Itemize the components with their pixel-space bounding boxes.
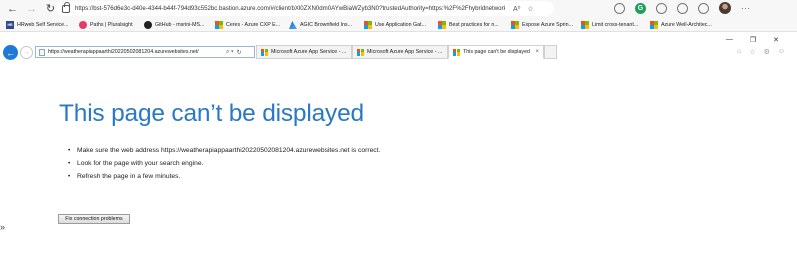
ie-window: — ❐ ✕ ← → https://weatherapiappaarthi202… (0, 32, 797, 72)
ie-refresh-icon[interactable]: ↻ (237, 49, 242, 56)
favorite-cross-tenant[interactable]: Limit cross-tenant... (581, 20, 638, 30)
favorite-app-gateway[interactable]: Use Application Gat... (364, 20, 426, 30)
favorite-github[interactable]: GitHub - msrini-MS... (144, 20, 204, 30)
tab-label: Microsoft Azure App Service - ... (271, 49, 347, 55)
grammarly-icon[interactable]: G (635, 2, 646, 14)
ie-address-bar[interactable]: https://weatherapiappaarthi2022050208120… (35, 46, 255, 58)
tab-app-service-1[interactable]: Microsoft Azure App Service - ... (256, 45, 352, 59)
favorite-star-icon[interactable]: ☆ (527, 5, 533, 13)
settings-gear-icon[interactable]: ⚙ (764, 48, 770, 56)
list-item: Look for the page with your search engin… (68, 159, 398, 169)
favorite-label: Azure Well-Architec... (661, 22, 712, 28)
favorite-best-practices[interactable]: Best practices for n... (438, 20, 499, 30)
suggestions-list: Make sure the web address https://weathe… (68, 146, 398, 185)
home-icon[interactable]: ⌂ (737, 48, 741, 56)
sync-icon[interactable] (698, 2, 709, 14)
ie-forward-button[interactable]: → (20, 46, 33, 59)
microsoft-icon (511, 21, 519, 29)
favorite-ceres[interactable]: Ceres - Azure CXP E... (215, 20, 280, 30)
window-controls: — ❐ ✕ (726, 36, 779, 44)
fix-connection-button[interactable]: Fix connection problems (58, 214, 130, 224)
more-menu-icon[interactable]: ··· (741, 4, 751, 13)
microsoft-icon (581, 21, 589, 29)
tab-label: This page can't be displayed (463, 49, 530, 55)
new-tab-button[interactable] (544, 45, 557, 59)
list-item: Refresh the page in a few minutes. (68, 172, 398, 182)
tab-cant-display[interactable]: This page can't be displayed × (448, 45, 544, 59)
tab-close-icon[interactable]: × (535, 49, 539, 55)
favorites-icon[interactable] (614, 2, 625, 14)
favorite-agic[interactable]: AGIC Brownfield Ins... (289, 20, 352, 30)
ie-back-button[interactable]: ← (3, 45, 18, 60)
hrweb-icon: HR (6, 21, 14, 29)
favorite-label: GitHub - msrini-MS... (155, 22, 205, 28)
microsoft-icon (215, 21, 223, 29)
favorite-label: AGIC Brownfield Ins... (300, 22, 353, 28)
lock-icon[interactable] (62, 1, 70, 13)
favorite-label: Limit cross-tenant... (592, 22, 639, 28)
search-dropdown-icon[interactable]: ⌕ ▾ (226, 49, 234, 56)
microsoft-icon (453, 48, 460, 56)
edge-toolbar: ← → ↻ https://bst-576d6e3c-d40e-4344-b44… (0, 0, 797, 17)
favorite-hrweb[interactable]: HR HRweb Self Service... (6, 20, 69, 30)
edge-address-bar[interactable]: https://bst-576d6e3c-d40e-4344-b44f-794d… (56, 1, 554, 16)
list-item: Make sure the web address https://weathe… (68, 146, 398, 156)
collections-icon[interactable] (677, 2, 688, 14)
favorite-label: Expose Azure Sprin... (522, 22, 573, 28)
page-title: This page can’t be displayed (59, 100, 364, 127)
expand-chevron-icon[interactable]: » (0, 222, 5, 232)
favorite-expose-spring[interactable]: Expose Azure Sprin... (511, 20, 573, 30)
microsoft-icon (261, 48, 268, 56)
microsoft-icon (650, 21, 658, 29)
favorite-label: Best practices for n... (449, 22, 499, 28)
minimize-icon[interactable]: — (726, 36, 733, 44)
favorites-star-icon[interactable]: ☆ (749, 48, 755, 56)
feedback-smiley-icon[interactable]: ☺ (778, 48, 785, 56)
profile-avatar[interactable] (719, 2, 731, 14)
azure-icon (289, 21, 297, 29)
favorite-label: Use Application Gat... (375, 22, 426, 28)
ie-command-icons: ⌂ ☆ ⚙ ☺ (737, 48, 785, 56)
favorite-label: HRweb Self Service... (17, 22, 69, 28)
favorite-label: Paths | Pluralsight (90, 22, 133, 28)
favorite-well-architected[interactable]: Azure Well-Architec... (650, 20, 712, 30)
extensions-icon[interactable] (656, 2, 667, 14)
favorite-label: Ceres - Azure CXP E... (226, 22, 281, 28)
microsoft-icon (357, 48, 364, 56)
microsoft-icon (438, 21, 446, 29)
page-icon (39, 48, 45, 56)
github-icon (144, 21, 152, 29)
edge-extensions: G ··· (614, 2, 751, 14)
tab-app-service-2[interactable]: Microsoft Azure App Service - ... (352, 45, 448, 59)
favorite-pluralsight[interactable]: Paths | Pluralsight (79, 20, 133, 30)
microsoft-icon (364, 21, 372, 29)
tab-label: Microsoft Azure App Service - ... (367, 49, 443, 55)
restore-icon[interactable]: ❐ (750, 36, 756, 44)
ie-url[interactable]: https://weatherapiappaarthi2022050208120… (48, 49, 226, 55)
edge-url[interactable]: https://bst-576d6e3c-d40e-4344-b44f-794d… (75, 5, 505, 12)
favorites-bar: HR HRweb Self Service... Paths | Plurals… (0, 17, 797, 32)
close-window-icon[interactable]: ✕ (773, 36, 779, 44)
forward-button[interactable]: → (25, 2, 38, 15)
pluralsight-icon (79, 21, 87, 29)
back-button[interactable]: ← (6, 2, 19, 15)
read-aloud-icon[interactable]: A⁰ (513, 5, 520, 13)
